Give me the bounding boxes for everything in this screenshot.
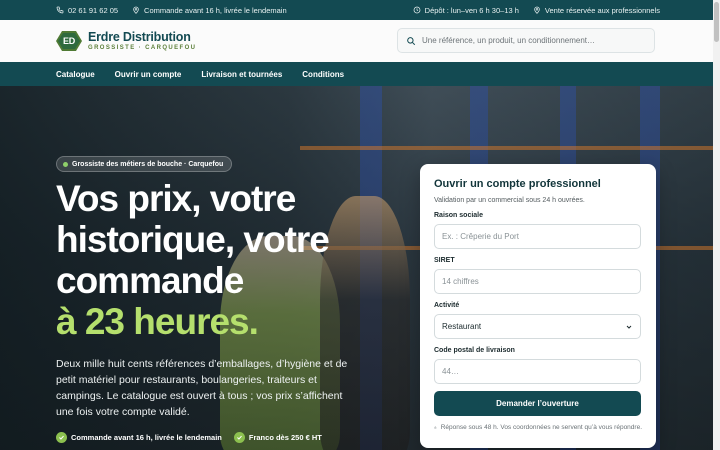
logo-hexagon-icon: ED — [56, 30, 82, 52]
page-scrollbar[interactable] — [713, 0, 720, 450]
postcode-input[interactable]: 44… — [434, 359, 641, 384]
activity-select[interactable]: Restaurant — [434, 314, 641, 339]
benefit-item: Commande avant 16 h, livrée le lendemain — [56, 432, 222, 443]
checkmark-icon — [233, 432, 245, 443]
nav-item-conditions[interactable]: Conditions — [302, 70, 344, 79]
nav-item-catalogue[interactable]: Catalogue — [56, 70, 95, 79]
status-dot-icon — [63, 161, 68, 167]
logo-initials: ED — [63, 36, 75, 46]
nav-item-open-account[interactable]: Ouvrir un compte — [115, 70, 182, 79]
hero-benefits: Commande avant 16 h, livrée le lendemain… — [56, 432, 322, 443]
hero-badge-text: Grossiste des métiers de bouche · Carque… — [72, 160, 224, 168]
chevron-down-icon — [626, 325, 632, 329]
siret-input[interactable]: 14 chiffres — [434, 269, 641, 294]
headline-highlight: à 23 heures. — [56, 301, 259, 342]
site-header: ED Erdre Distribution GROSSISTE · CARQUE… — [0, 20, 720, 62]
search-input[interactable]: Une référence, un produit, un conditionn… — [397, 28, 655, 53]
nav-item-delivery[interactable]: Livraison et tournées — [201, 70, 282, 79]
depot-hours-info: Dépôt : lun–ven 6 h 30–13 h — [413, 6, 519, 15]
checkmark-icon — [56, 432, 67, 443]
warehouse-beam-decoration — [300, 146, 720, 150]
headline-line: Vos prix, votre — [56, 178, 296, 219]
company-name-label: Raison sociale — [434, 212, 484, 219]
postcode-label: Code postal de livraison — [434, 347, 515, 354]
hero-section: Grossiste des métiers de bouche · Carque… — [0, 86, 720, 450]
hero-lead-paragraph: Deux mille huit cents références d’embal… — [56, 358, 348, 418]
order-deadline-info: Commande avant 16 h, livrée le lendemain — [132, 6, 287, 15]
benefit-text: Franco dès 250 € HT — [248, 433, 322, 442]
activity-label: Activité — [434, 302, 460, 309]
benefit-item: Franco dès 250 € HT — [233, 432, 322, 443]
benefit-text: Commande avant 16 h, livrée le lendemain — [71, 433, 222, 442]
hero-headline: Vos prix, votre historique, votre comman… — [56, 178, 416, 342]
form-subtitle: Validation par un commercial sous 24 h o… — [434, 197, 585, 204]
privacy-note-text: Réponse sous 48 h. Vos coordonnées ne se… — [440, 424, 642, 431]
privacy-note: Réponse sous 48 h. Vos coordonnées ne se… — [434, 424, 642, 431]
brand-name: Erdre Distribution — [88, 29, 191, 44]
headline-line: commande — [56, 260, 244, 301]
top-utility-bar: 02 61 91 62 05 Commande avant 16 h, livr… — [0, 0, 720, 20]
submit-request-button[interactable]: Demander l’ouverture — [434, 391, 641, 416]
phone-number: 02 61 91 62 05 — [68, 5, 119, 15]
pro-sale-info: Vente réservée aux professionnels — [533, 6, 660, 15]
location-pin-icon — [133, 6, 139, 14]
main-navigation: Catalogue Ouvrir un compte Livraison et … — [0, 62, 720, 86]
scrollbar-thumb[interactable] — [714, 2, 719, 42]
pro-sale-text: Vente réservée aux professionnels — [544, 5, 660, 15]
phone-icon — [56, 6, 64, 14]
headline-line: historique, votre — [56, 219, 330, 260]
search-icon — [407, 36, 416, 45]
account-request-form: Ouvrir un compte professionnel Validatio… — [420, 164, 656, 448]
location-pin-icon — [534, 6, 540, 14]
clock-icon — [413, 6, 421, 14]
lock-icon — [434, 426, 437, 429]
phone-link[interactable]: 02 61 91 62 05 — [56, 6, 118, 15]
brand-tagline: GROSSISTE · CARQUEFOU — [88, 44, 197, 51]
brand-logo-link[interactable]: ED Erdre Distribution GROSSISTE · CARQUE… — [56, 30, 196, 52]
activity-selected-value: Restaurant — [442, 322, 482, 331]
search-placeholder: Une référence, un produit, un conditionn… — [422, 36, 595, 45]
form-title: Ouvrir un compte professionnel — [434, 178, 601, 190]
hero-badge: Grossiste des métiers de bouche · Carque… — [56, 156, 233, 172]
depot-hours-text: Dépôt : lun–ven 6 h 30–13 h — [424, 5, 519, 15]
order-deadline-text: Commande avant 16 h, livrée le lendemain — [144, 5, 287, 15]
company-name-input[interactable]: Ex. : Crêperie du Port — [434, 224, 641, 249]
siret-label: SIRET — [434, 257, 455, 264]
